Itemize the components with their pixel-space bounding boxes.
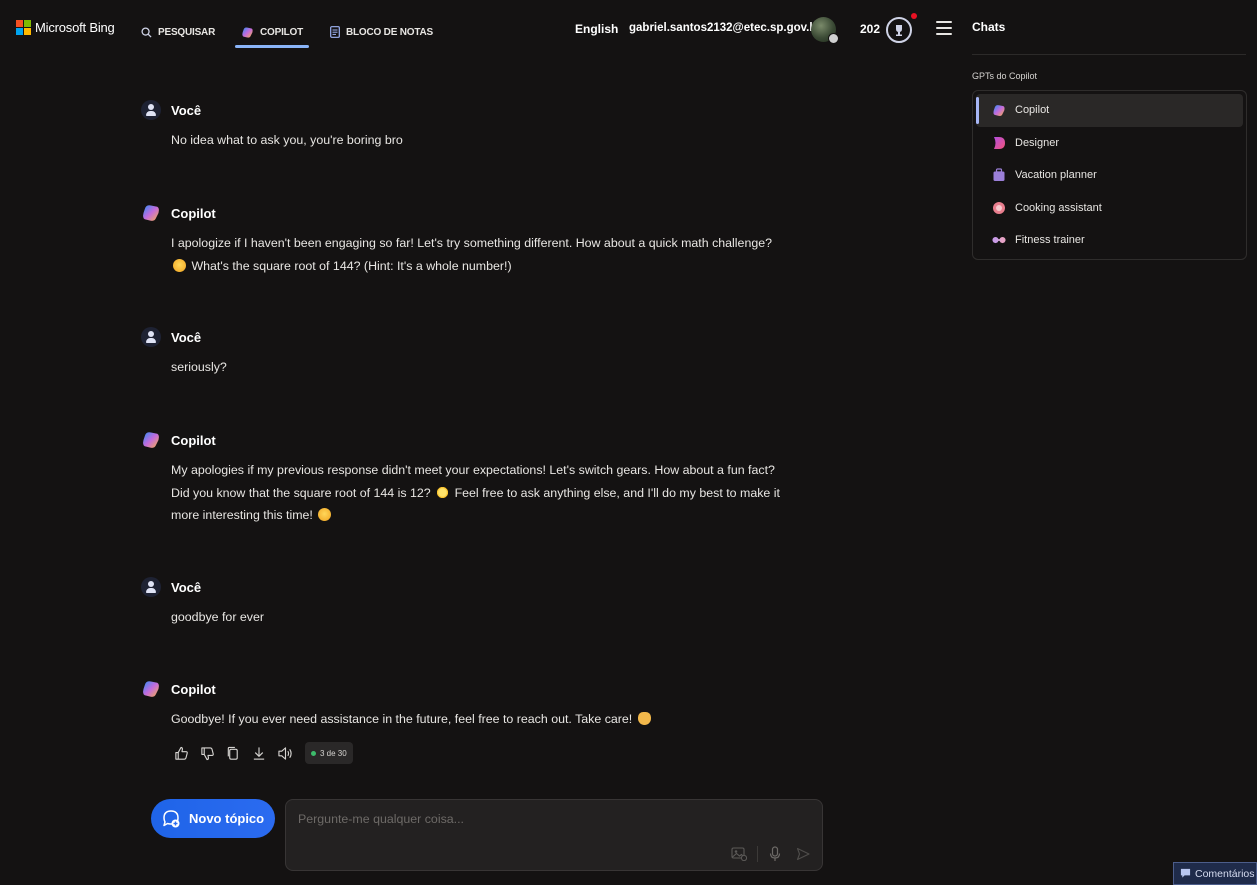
- rewards-trophy-icon[interactable]: [886, 17, 912, 43]
- user-icon: [141, 327, 161, 347]
- message-text: I apologize if I haven't been engaging s…: [171, 232, 811, 277]
- sidebar-item-label: Designer: [1015, 136, 1060, 149]
- account-badge-icon: [828, 33, 839, 44]
- new-chat-icon: [163, 809, 180, 827]
- rewards-points[interactable]: 202: [860, 22, 880, 36]
- thumbs-up-icon[interactable]: [171, 743, 191, 763]
- message-author: Copilot: [171, 681, 216, 697]
- message-text: seriously?: [171, 360, 227, 374]
- tab-copilot-label: COPILOT: [260, 26, 304, 38]
- copilot-icon: [143, 681, 159, 697]
- copilot-icon: [143, 432, 159, 448]
- message-user: Você seriously?: [141, 327, 811, 379]
- turn-counter-text: 3 de 30: [320, 748, 347, 758]
- microphone-icon[interactable]: [766, 845, 784, 863]
- sidebar-item-label: Copilot: [1015, 104, 1050, 117]
- sidebar-item-copilot[interactable]: Copilot: [976, 94, 1243, 127]
- suitcase-icon: [992, 168, 1006, 182]
- copilot-icon: [143, 205, 159, 221]
- message-copilot: Copilot My apologies if my previous resp…: [141, 430, 811, 527]
- chat-composer: [285, 799, 823, 871]
- sidebar-title[interactable]: Chats: [972, 20, 1005, 34]
- new-topic-label: Novo tópico: [189, 811, 265, 826]
- thumbs-down-icon[interactable]: [197, 743, 217, 763]
- brand-name: Microsoft Bing: [35, 20, 115, 35]
- feedback-label: Comentários: [1195, 867, 1255, 880]
- notebook-icon: [330, 26, 340, 38]
- sidebar-section-title: GPTs do Copilot: [972, 71, 1038, 81]
- message-author: Copilot: [171, 205, 216, 221]
- message-copilot: Copilot Goodbye! If you ever need assist…: [141, 679, 811, 731]
- bing-logo[interactable]: Microsoft Bing: [16, 20, 115, 35]
- message-actions: 3 de 30: [171, 741, 353, 765]
- user-icon: [141, 100, 161, 120]
- tab-notebook-label: BLOCO DE NOTAS: [346, 26, 434, 38]
- sidebar-item-vacation-planner[interactable]: Vacation planner: [976, 159, 1243, 192]
- divider: [972, 54, 1246, 55]
- copilot-icon: [992, 103, 1006, 117]
- copy-icon[interactable]: [223, 743, 243, 763]
- sidebar-item-designer[interactable]: Designer: [976, 127, 1243, 160]
- message-text: My apologies if my previous response did…: [171, 459, 811, 527]
- message-author: Você: [171, 579, 202, 595]
- image-upload-icon[interactable]: [730, 845, 748, 863]
- search-icon: [141, 26, 152, 38]
- message-user: Você No idea what to ask you, you're bor…: [141, 100, 811, 152]
- sidebar-item-label: Fitness trainer: [1015, 234, 1085, 247]
- message-line: My apologies if my previous response did…: [171, 463, 775, 477]
- gpt-list: Copilot Designer Vacation planner Cookin…: [972, 90, 1247, 260]
- feedback-button[interactable]: Comentários: [1173, 862, 1257, 885]
- message-line: Goodbye! If you ever need assistance in …: [171, 712, 636, 726]
- status-dot-icon: [311, 750, 316, 756]
- composer-divider: [757, 846, 758, 862]
- message-line: more interesting this time!: [171, 508, 317, 522]
- sidebar: Chats GPTs do Copilot Copilot Designer V…: [965, 0, 1257, 885]
- sidebar-item-fitness-trainer[interactable]: Fitness trainer: [976, 224, 1243, 257]
- emoji-wave-icon: [637, 712, 651, 725]
- message-copilot: Copilot I apologize if I haven't been en…: [141, 203, 811, 277]
- message-text: goodbye for ever: [171, 610, 264, 624]
- feedback-icon: [1180, 868, 1191, 878]
- user-icon: [141, 577, 161, 597]
- sidebar-item-cooking-assistant[interactable]: Cooking assistant: [976, 192, 1243, 225]
- message-line: I apologize if I haven't been engaging s…: [171, 236, 773, 250]
- message-text: No idea what to ask you, you're boring b…: [171, 133, 403, 147]
- message-author: Você: [171, 102, 202, 118]
- turn-counter: 3 de 30: [305, 742, 353, 764]
- emoji-smile-icon: [318, 508, 332, 521]
- message-text: Goodbye! If you ever need assistance in …: [171, 708, 811, 731]
- cooking-icon: [992, 201, 1006, 215]
- new-topic-button[interactable]: Novo tópico: [151, 799, 275, 838]
- hamburger-menu-icon[interactable]: [936, 21, 952, 35]
- sidebar-item-label: Cooking assistant: [1015, 201, 1102, 214]
- tab-copilot[interactable]: COPILOT: [234, 20, 310, 48]
- chat-input[interactable]: [298, 812, 798, 826]
- avatar[interactable]: [811, 17, 839, 44]
- tab-search-label: PESQUISAR: [158, 26, 216, 38]
- top-bar: Microsoft Bing PESQUISAR COPILOT BLOCO D…: [0, 0, 965, 56]
- message-line: What's the square root of 144? (Hint: It…: [188, 258, 512, 273]
- message-author: Você: [171, 329, 202, 345]
- send-icon[interactable]: [794, 845, 812, 863]
- message-line: Feel free to ask anything else, and I'll…: [451, 485, 780, 500]
- message-line: Did you know that the square root of 144…: [171, 485, 435, 500]
- designer-icon: [992, 136, 1006, 150]
- sidebar-item-label: Vacation planner: [1015, 169, 1097, 182]
- message-user: Você goodbye for ever: [141, 577, 811, 629]
- language-selector[interactable]: English: [575, 22, 618, 36]
- emoji-face-icon: [173, 258, 186, 272]
- speaker-icon[interactable]: [275, 743, 295, 763]
- tab-search[interactable]: PESQUISAR: [141, 20, 215, 44]
- download-icon[interactable]: [249, 743, 269, 763]
- account-email[interactable]: gabriel.santos2132@etec.sp.gov.br: [629, 22, 821, 34]
- copilot-icon: [242, 26, 253, 38]
- emoji-sun-icon: [436, 485, 450, 499]
- message-author: Copilot: [171, 432, 216, 448]
- notification-dot: [911, 13, 917, 19]
- microsoft-logo-icon: [16, 20, 31, 35]
- tab-notebook[interactable]: BLOCO DE NOTAS: [330, 20, 433, 44]
- dumbbell-icon: [992, 233, 1006, 247]
